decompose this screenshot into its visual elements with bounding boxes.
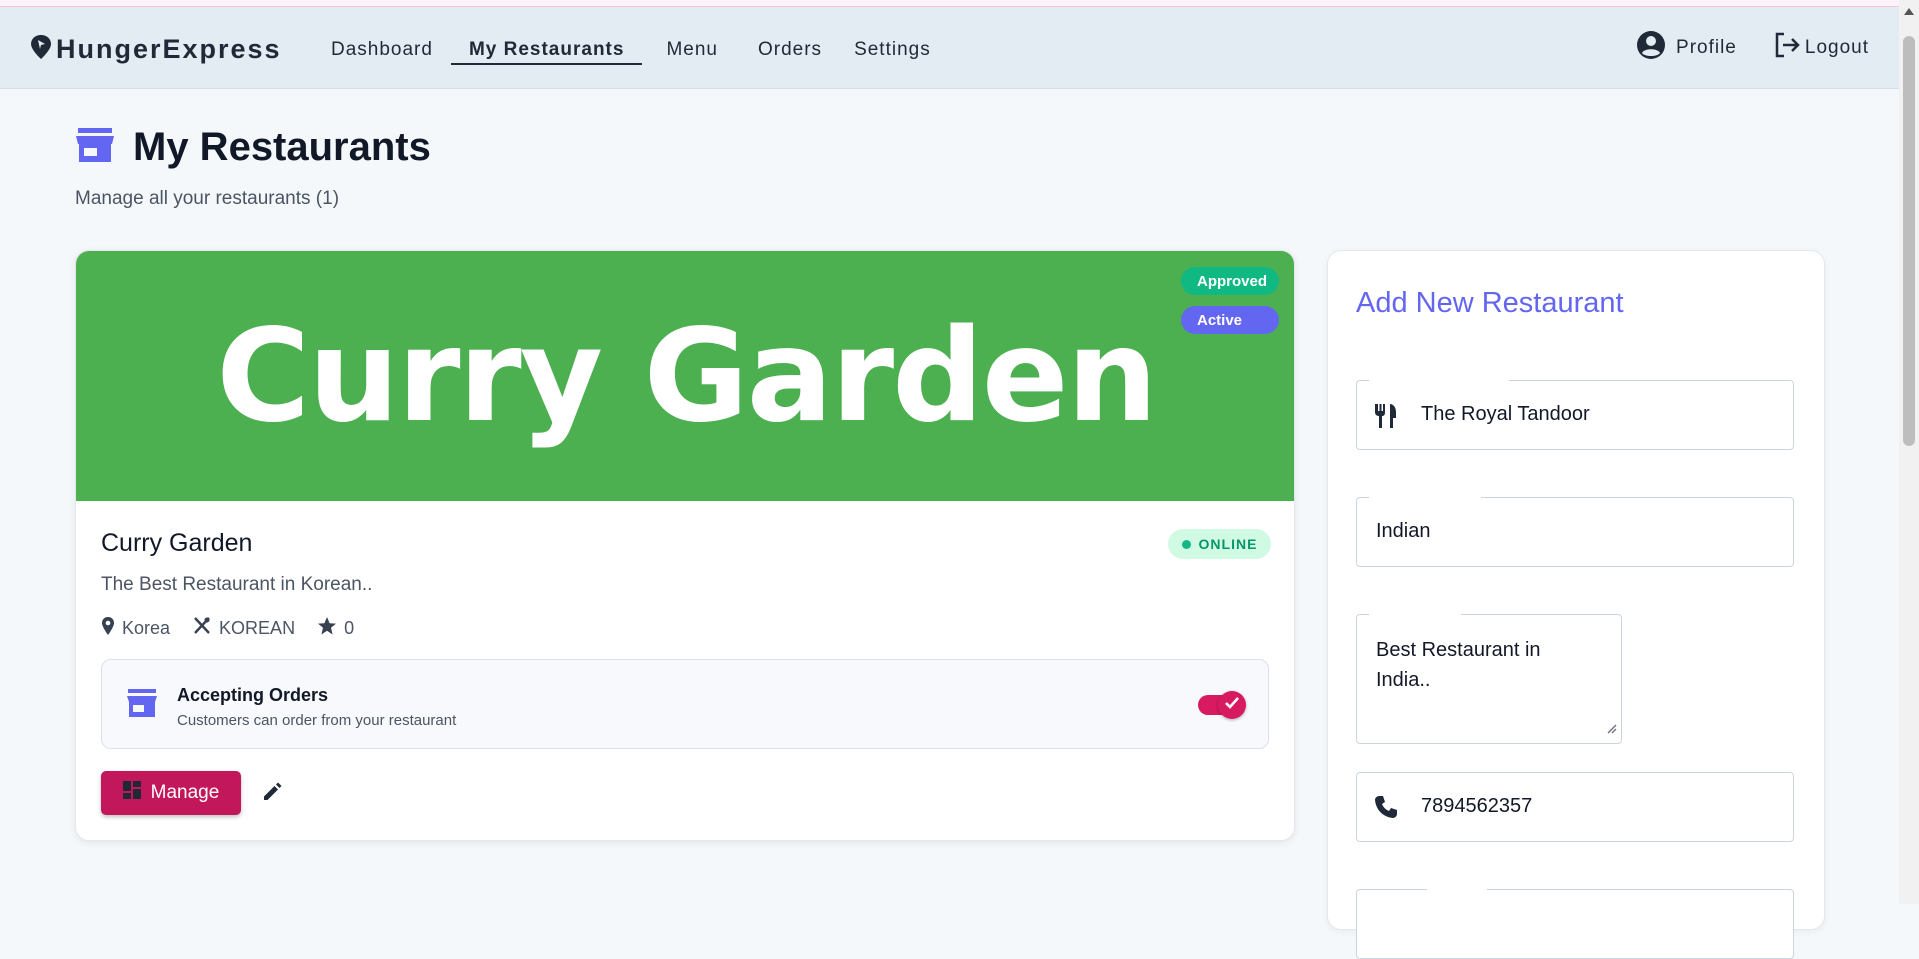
- location-text: Korea: [122, 618, 171, 638]
- field-label-notch: [1369, 495, 1481, 501]
- active-badge: Active: [1181, 306, 1279, 334]
- description-value: Best Restaurant in India..: [1376, 639, 1541, 691]
- nav-link-menu[interactable]: Menu: [648, 37, 736, 65]
- storefront-icon: [126, 688, 158, 723]
- location-pin-icon: [101, 616, 115, 641]
- description-textarea[interactable]: Best Restaurant in India..: [1356, 612, 1622, 744]
- cuisine-value: Indian: [1376, 520, 1431, 542]
- toggle-knob: [1218, 691, 1246, 719]
- online-status-badge: ONLINE: [1168, 529, 1271, 559]
- rating-text: 0: [344, 618, 355, 638]
- next-field[interactable]: [1356, 887, 1794, 959]
- rating-info: 0: [317, 616, 354, 641]
- status-dot: [1181, 539, 1191, 549]
- field-label-notch: [1369, 612, 1461, 618]
- accepting-orders-title: Accepting Orders: [177, 685, 329, 705]
- brand-name: HungerExpress: [56, 34, 282, 64]
- form-title: Add New Restaurant: [1356, 287, 1624, 319]
- star-icon: [317, 616, 337, 641]
- nav-link-settings[interactable]: Settings: [836, 37, 949, 65]
- add-restaurant-form: Add New Restaurant The Royal Tandoor Ind…: [1327, 250, 1825, 959]
- nav-link-my-restaurants[interactable]: My Restaurants: [450, 37, 643, 65]
- nav-link-orders[interactable]: Orders: [740, 37, 840, 65]
- online-status-text: ONLINE: [1198, 536, 1258, 552]
- manage-button[interactable]: Manage: [101, 771, 241, 815]
- pin-icon: [30, 34, 52, 65]
- restaurant-name-field[interactable]: The Royal Tandoor: [1356, 378, 1794, 450]
- logout-label: Logout: [1804, 37, 1869, 58]
- scroll-thumb[interactable]: [1903, 36, 1915, 446]
- manage-label: Manage: [150, 782, 220, 803]
- profile-label: Profile: [1676, 37, 1737, 58]
- phone-icon: [1373, 794, 1399, 825]
- banner-text: Curry Garden: [216, 301, 1157, 451]
- top-border: [0, 0, 1919, 7]
- restaurant-description: The Best Restaurant in Korean..: [101, 574, 373, 595]
- accepting-orders-subtitle: Customers can order from your restaurant: [177, 712, 457, 729]
- nav-right: Profile Logout: [1636, 30, 1869, 66]
- profile-link[interactable]: Profile: [1636, 30, 1737, 66]
- edit-pencil-icon[interactable]: [261, 781, 283, 808]
- account-circle-icon: [1636, 30, 1666, 66]
- store-icon: [75, 127, 115, 168]
- accepting-orders-toggle[interactable]: [1198, 691, 1246, 719]
- logout-link[interactable]: Logout: [1773, 31, 1869, 65]
- page-title: My Restaurants: [133, 125, 431, 169]
- phone-field[interactable]: 7894562357: [1356, 772, 1794, 842]
- check-icon: [1224, 696, 1240, 715]
- approved-badge: Approved: [1181, 267, 1279, 295]
- dashboard-icon: [122, 781, 141, 805]
- location-info: Korea: [101, 616, 170, 641]
- brand[interactable]: HungerExpress: [30, 34, 282, 65]
- page-header: My Restaurants Manage all your restauran…: [75, 125, 431, 210]
- restaurant-name: Curry Garden: [101, 529, 253, 557]
- nav-link-dashboard[interactable]: Dashboard: [313, 37, 451, 65]
- cuisine-info: KOREAN: [192, 616, 295, 641]
- cuisine-field[interactable]: Indian: [1356, 495, 1794, 567]
- page-scrollbar[interactable]: [1899, 0, 1919, 904]
- field-label-notch: [1427, 887, 1487, 893]
- nav-links: Dashboard My Restaurants Menu Orders Set…: [313, 37, 949, 65]
- restaurant-card: Curry Garden Approved Active Curry Garde…: [75, 250, 1295, 841]
- page-subtitle: Manage all your restaurants (1): [75, 188, 340, 209]
- field-label-notch: [1369, 378, 1509, 384]
- navbar: HungerExpress Dashboard My Restaurants M…: [0, 7, 1899, 89]
- restaurant-utensils-icon: [1373, 402, 1399, 435]
- scroll-up-arrow[interactable]: [1904, 8, 1914, 15]
- restaurant-banner: Curry Garden: [76, 251, 1294, 501]
- utensils-cross-icon: [192, 616, 212, 641]
- restaurant-name-value: The Royal Tandoor: [1421, 403, 1590, 425]
- resize-handle-icon[interactable]: [1605, 721, 1617, 739]
- accepting-orders-panel: Accepting Orders Customers can order fro…: [101, 659, 1269, 749]
- restaurant-meta: Korea KOREAN 0: [101, 616, 354, 641]
- logout-icon: [1773, 31, 1801, 65]
- cuisine-text: KOREAN: [219, 618, 296, 638]
- phone-value: 7894562357: [1421, 795, 1533, 817]
